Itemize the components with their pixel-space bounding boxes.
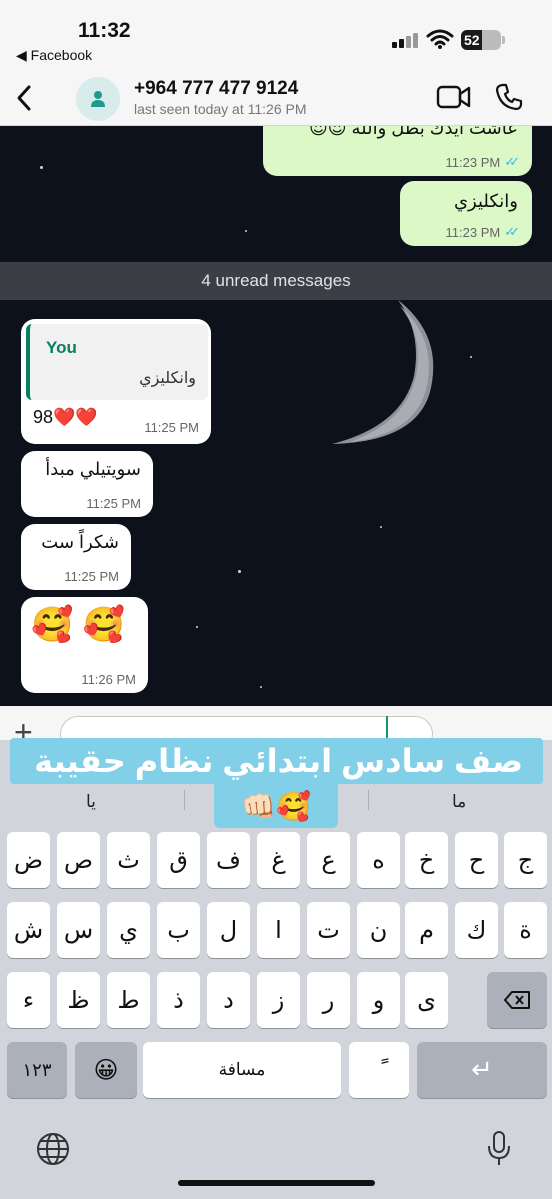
message-incoming-reply[interactable]: You وانكليزي 98❤️❤️ 11:25 PM — [21, 319, 211, 444]
signal-icon — [392, 32, 420, 48]
caption-emoji: 👊🏻🥰 — [214, 784, 338, 828]
message-time: 11:25 PM — [64, 569, 119, 584]
quoted-message[interactable]: You وانكليزي — [26, 324, 208, 400]
quote-text: وانكليزي — [139, 370, 196, 387]
message-text: سويتيلي مبدأ — [45, 459, 141, 479]
key[interactable]: غ — [257, 832, 300, 888]
key[interactable]: ض — [7, 832, 50, 888]
message-text: عاشت ايدك بطل والله 😍😍 — [308, 126, 518, 138]
diacritic-key[interactable]: ً — [349, 1042, 409, 1098]
status-time: 11:32 — [78, 19, 131, 42]
message-incoming[interactable]: شكراً ست 11:25 PM — [21, 524, 131, 590]
text-cursor — [386, 716, 388, 738]
back-button[interactable] — [8, 80, 40, 116]
key[interactable]: خ — [405, 832, 448, 888]
key[interactable]: ط — [107, 972, 150, 1028]
message-time: 11:25 PM — [144, 420, 199, 435]
message-time: 11:26 PM — [81, 672, 136, 687]
chat-header: 11:32 ◀ Facebook 52 +964 777 477 9124 la… — [0, 0, 552, 126]
message-incoming[interactable]: 🥰 🥰 11:26 PM — [21, 597, 148, 693]
message-incoming[interactable]: سويتيلي مبدأ 11:25 PM — [21, 451, 153, 517]
key[interactable]: ش — [7, 902, 50, 958]
message-text: وانكليزي — [453, 191, 518, 211]
return-key[interactable]: ↵ — [417, 1042, 547, 1098]
message-input-bar: + — [0, 706, 552, 752]
key[interactable]: ت — [307, 902, 350, 958]
message-time: 11:23 PM — [445, 154, 501, 170]
numbers-key[interactable]: ١٢٣ — [7, 1042, 67, 1098]
key[interactable]: ذ — [157, 972, 200, 1028]
message-text: شكراً ست — [41, 532, 119, 552]
key[interactable]: ه — [357, 832, 400, 888]
key[interactable]: و — [357, 972, 400, 1028]
key[interactable]: ح — [455, 832, 498, 888]
chat-area[interactable]: عاشت ايدك بطل والله 😍😍 11:23 PM ✓✓ وانكل… — [0, 126, 552, 706]
key[interactable]: ة — [504, 902, 547, 958]
key[interactable]: س — [57, 902, 100, 958]
chevron-left-icon — [17, 85, 31, 111]
message-time: 11:23 PM — [445, 224, 501, 240]
unread-messages-banner: 4 unread messages — [0, 262, 552, 300]
battery-icon: 52 — [461, 30, 501, 50]
avatar[interactable] — [76, 77, 120, 121]
message-time: 11:25 PM — [86, 496, 141, 511]
key[interactable]: ق — [157, 832, 200, 888]
key[interactable]: ي — [107, 902, 150, 958]
key[interactable]: ث — [107, 832, 150, 888]
key[interactable]: ج — [504, 832, 547, 888]
read-ticks-icon: ✓✓ — [504, 154, 520, 169]
key[interactable]: ف — [207, 832, 250, 888]
key[interactable]: ر — [307, 972, 350, 1028]
emoji-key[interactable]: 😀 — [75, 1042, 137, 1098]
microphone-icon[interactable] — [486, 1130, 512, 1168]
back-to-app-link[interactable]: ◀ Facebook — [16, 47, 92, 64]
battery-level: 52 — [464, 32, 480, 48]
key[interactable]: ب — [157, 902, 200, 958]
key[interactable]: ك — [455, 902, 498, 958]
key[interactable]: ظ — [57, 972, 100, 1028]
message-text: 98❤️❤️ — [33, 407, 98, 427]
suggestion-right[interactable]: ما — [452, 792, 466, 812]
phone-icon[interactable] — [494, 82, 524, 112]
video-call-icon[interactable] — [436, 84, 472, 110]
keyboard: يا ما ض ص ث ق ف غ ع ه خ ح ج ش س ي ب ل ا … — [0, 784, 552, 1199]
key[interactable]: ع — [307, 832, 350, 888]
backspace-icon — [504, 991, 530, 1009]
backspace-key[interactable] — [487, 972, 547, 1028]
key[interactable]: ن — [357, 902, 400, 958]
key[interactable]: ا — [257, 902, 300, 958]
last-seen-status: last seen today at 11:26 PM — [134, 101, 307, 117]
message-outgoing[interactable]: عاشت ايدك بطل والله 😍😍 11:23 PM ✓✓ — [263, 126, 532, 176]
quote-author: You — [46, 338, 77, 357]
key[interactable]: م — [405, 902, 448, 958]
wifi-icon — [426, 29, 454, 49]
suggestion-left[interactable]: يا — [86, 792, 96, 812]
caption-overlay: صف سادس ابتدائي نظام حقيبة — [10, 738, 543, 784]
key[interactable]: ص — [57, 832, 100, 888]
moon-illustration — [332, 300, 434, 444]
key[interactable]: ى — [405, 972, 448, 1028]
key[interactable]: د — [207, 972, 250, 1028]
space-key[interactable]: مسافة — [143, 1042, 341, 1098]
key[interactable]: ز — [257, 972, 300, 1028]
message-outgoing[interactable]: وانكليزي 11:23 PM ✓✓ — [400, 181, 532, 246]
home-indicator[interactable] — [178, 1180, 375, 1186]
message-emoji: 🥰 🥰 — [31, 606, 126, 644]
globe-icon[interactable] — [36, 1132, 70, 1166]
person-icon — [91, 91, 105, 107]
key[interactable]: ء — [7, 972, 50, 1028]
key[interactable]: ل — [207, 902, 250, 958]
read-ticks-icon: ✓✓ — [504, 224, 520, 239]
contact-name[interactable]: +964 777 477 9124 — [134, 78, 298, 100]
